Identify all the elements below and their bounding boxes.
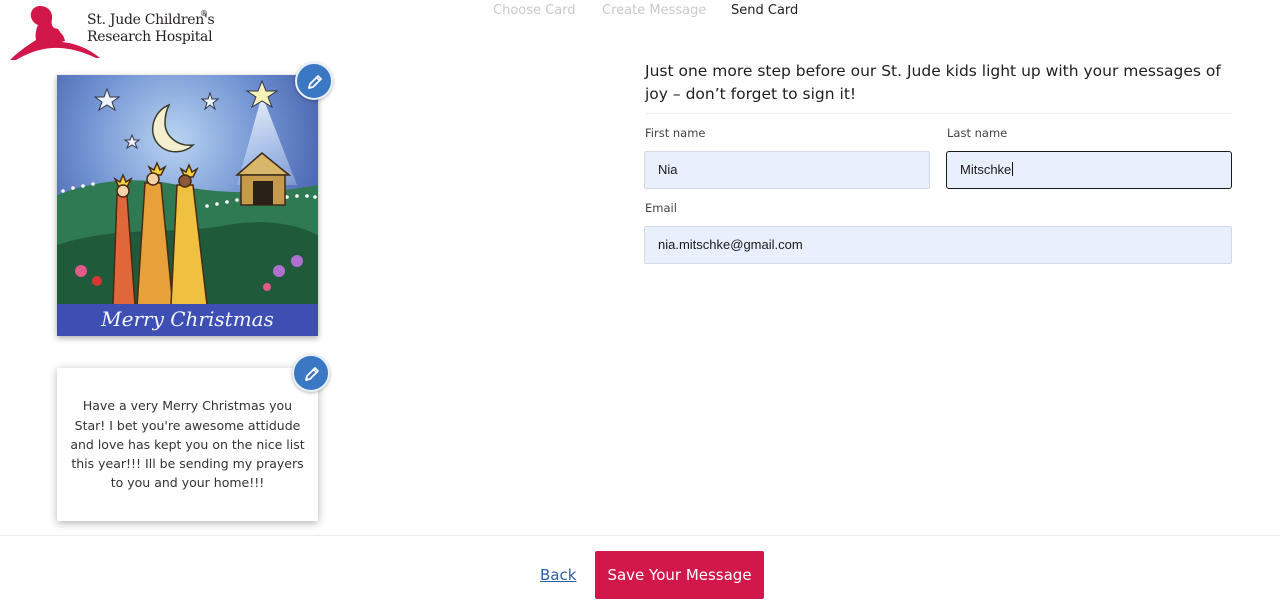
last-name-field[interactable]: Mitschke <box>946 151 1232 189</box>
first-name-label: First name <box>645 126 706 140</box>
email-label: Email <box>645 201 677 215</box>
step-create-message[interactable]: Create Message <box>602 3 706 18</box>
email-value: nia.mitschke@gmail.com <box>658 237 803 252</box>
step-choose-card[interactable]: Choose Card <box>493 3 576 18</box>
form-heading: Just one more step before our St. Jude k… <box>645 62 1221 103</box>
text-caret <box>1012 162 1014 176</box>
message-text: Have a very Merry Christmas you Star! I … <box>70 398 305 491</box>
logo-line-2: Research Hospital <box>87 29 213 45</box>
christmas-card-illustration <box>57 75 318 336</box>
save-message-button[interactable]: Save Your Message <box>595 551 764 599</box>
progress-steps: Choose Card Create Message Send Card <box>0 3 1280 21</box>
back-link[interactable]: Back <box>540 566 576 584</box>
step-send-card: Send Card <box>731 3 799 18</box>
first-name-value: Nia <box>658 162 678 177</box>
pencil-edit-icon <box>308 75 322 89</box>
last-name-value: Mitschke <box>960 162 1012 177</box>
pencil-edit-icon <box>305 367 319 381</box>
edit-card-button[interactable] <box>295 62 333 100</box>
last-name-label: Last name <box>947 126 1008 140</box>
divider <box>645 113 1232 114</box>
message-preview: Have a very Merry Christmas you Star! I … <box>57 368 318 521</box>
first-name-field[interactable]: Nia <box>644 151 930 189</box>
footer-divider <box>0 535 1280 536</box>
email-field[interactable]: nia.mitschke@gmail.com <box>644 226 1232 264</box>
card-image: Merry Christmas <box>57 75 318 336</box>
edit-message-button[interactable] <box>292 354 330 392</box>
card-caption: Merry Christmas <box>101 307 274 331</box>
